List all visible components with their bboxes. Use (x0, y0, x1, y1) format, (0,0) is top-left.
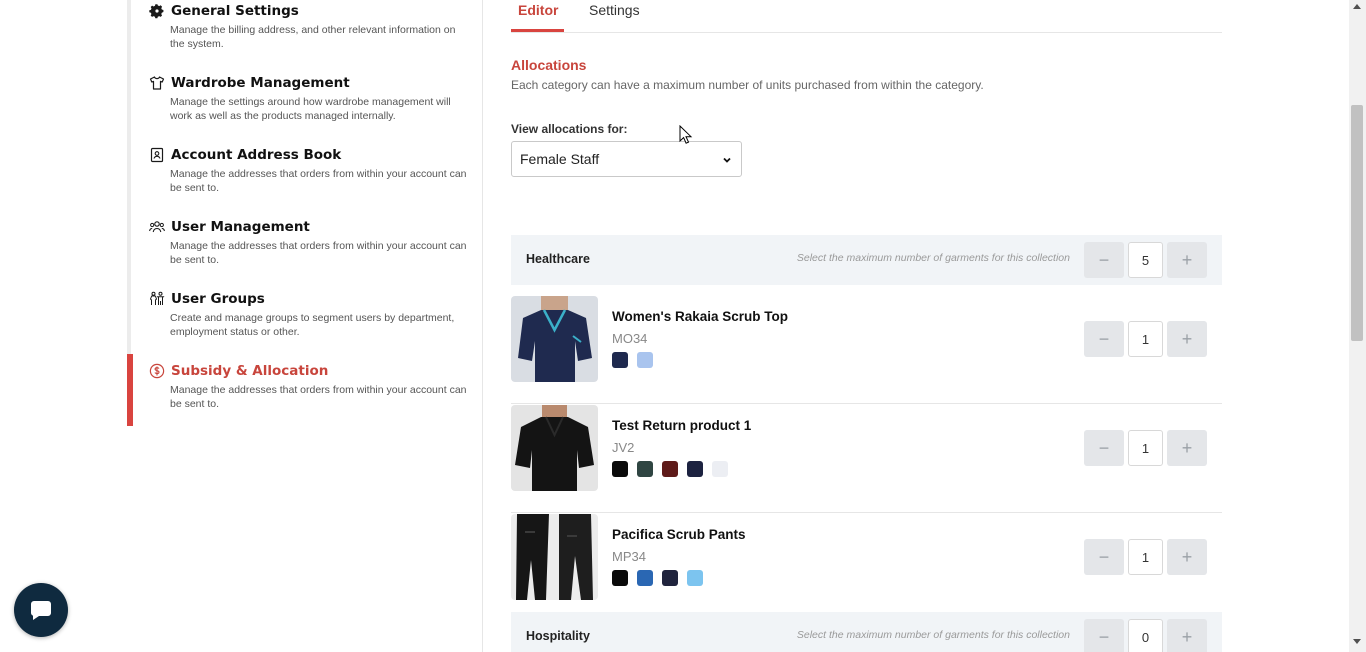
product-name: Women's Rakaia Scrub Top (612, 309, 789, 324)
increment-button[interactable]: + (1167, 242, 1207, 278)
color-swatch[interactable] (612, 461, 628, 477)
collection-max-value[interactable]: 5 (1128, 242, 1163, 278)
product-sku: MO34 (612, 331, 648, 346)
sidebar-active-indicator (127, 354, 133, 426)
sidebar-item-title: User Groups (171, 290, 265, 307)
scroll-down-arrow-icon[interactable] (1353, 639, 1361, 644)
color-swatch[interactable] (687, 461, 703, 477)
collection-header-hospitality: Hospitality Select the maximum number of… (511, 612, 1222, 652)
sidebar-item-subsidy-allocation[interactable]: Subsidy & Allocation Manage the addresse… (148, 362, 468, 411)
product-name: Pacifica Scrub Pants (612, 527, 746, 542)
decrement-button[interactable]: − (1084, 539, 1124, 575)
decrement-button[interactable]: − (1084, 619, 1124, 652)
collection-hint: Select the maximum number of garments fo… (796, 629, 1070, 641)
product-qty-value[interactable]: 1 (1128, 321, 1163, 357)
color-swatch[interactable] (637, 352, 653, 368)
sidebar-item-desc: Create and manage groups to segment user… (170, 312, 455, 338)
color-swatch[interactable] (612, 570, 628, 586)
product-image (511, 405, 598, 491)
product-qty-stepper: − 1 + (1084, 321, 1207, 357)
sidebar-item-user-groups[interactable]: User Groups Create and manage groups to … (148, 290, 468, 339)
decrement-button[interactable]: − (1084, 242, 1124, 278)
tab-editor[interactable]: Editor (518, 2, 558, 18)
sidebar-item-title: Subsidy & Allocation (171, 362, 329, 379)
sidebar-item-title: Account Address Book (171, 146, 342, 163)
color-swatch[interactable] (662, 461, 678, 477)
product-image (511, 296, 598, 382)
gear-icon (148, 2, 165, 19)
view-allocations-label: View allocations for: (511, 122, 628, 136)
chat-widget-button[interactable] (14, 583, 68, 637)
product-image (511, 514, 598, 600)
allocation-group-select[interactable]: Female Staff (511, 141, 742, 177)
increment-button[interactable]: + (1167, 539, 1207, 575)
increment-button[interactable]: + (1167, 430, 1207, 466)
chevron-down-icon (723, 157, 731, 163)
sidebar-item-account-address-book[interactable]: Account Address Book Manage the addresse… (148, 146, 468, 195)
color-swatch[interactable] (687, 570, 703, 586)
sidebar-item-user-management[interactable]: User Management Manage the addresses tha… (148, 218, 468, 267)
sidebar-item-title: Wardrobe Management (171, 74, 350, 91)
chat-bubble-icon (31, 601, 51, 620)
sidebar-item-desc: Manage the addresses that orders from wi… (170, 240, 467, 266)
selected-group-value: Female Staff (520, 151, 600, 167)
tab-settings[interactable]: Settings (589, 2, 640, 18)
dollar-circle-icon (148, 362, 165, 379)
increment-button[interactable]: + (1167, 619, 1207, 652)
scrollbar-thumb[interactable] (1351, 105, 1363, 341)
product-color-swatches (612, 461, 728, 477)
collection-name: Healthcare (526, 252, 590, 266)
allocations-title: Allocations (511, 57, 587, 73)
sidebar-item-desc: Manage the settings around how wardrobe … (170, 96, 451, 122)
user-groups-icon (148, 290, 165, 307)
decrement-button[interactable]: − (1084, 321, 1124, 357)
sidebar-item-desc: Manage the addresses that orders from wi… (170, 384, 467, 410)
page-root: General Settings Manage the billing addr… (0, 0, 1366, 652)
product-qty-value[interactable]: 1 (1128, 430, 1163, 466)
increment-button[interactable]: + (1167, 321, 1207, 357)
collection-max-stepper: − 5 + (1084, 242, 1207, 278)
scroll-up-arrow-icon[interactable] (1353, 4, 1361, 9)
product-qty-stepper: − 1 + (1084, 430, 1207, 466)
decrement-button[interactable]: − (1084, 430, 1124, 466)
product-row: Women's Rakaia Scrub Top MO34 − 1 + (511, 295, 1222, 404)
sidebar-item-desc: Manage the billing address, and other re… (170, 24, 456, 50)
product-sku: MP34 (612, 549, 646, 564)
color-swatch[interactable] (612, 352, 628, 368)
allocations-description: Each category can have a maximum number … (511, 78, 984, 92)
page-scrollbar[interactable] (1349, 0, 1366, 652)
sidebar-item-title: User Management (171, 218, 310, 235)
product-name: Test Return product 1 (612, 418, 752, 433)
tab-bar: Editor Settings (511, 0, 1222, 33)
collection-max-value[interactable]: 0 (1128, 619, 1163, 652)
tab-active-underline (511, 29, 564, 32)
color-swatch[interactable] (712, 461, 728, 477)
product-color-swatches (612, 352, 653, 368)
color-swatch[interactable] (637, 461, 653, 477)
product-row: Pacifica Scrub Pants MP34 − 1 + (511, 513, 1222, 622)
product-color-swatches (612, 570, 703, 586)
product-row: Test Return product 1 JV2 − 1 + (511, 404, 1222, 513)
mouse-cursor-icon (679, 125, 693, 144)
sidebar-item-desc: Manage the addresses that orders from wi… (170, 168, 467, 194)
collection-header-healthcare: Healthcare Select the maximum number of … (511, 235, 1222, 285)
users-icon (148, 218, 165, 235)
product-sku: JV2 (612, 440, 635, 455)
sidebar-item-wardrobe-management[interactable]: Wardrobe Management Manage the settings … (148, 74, 468, 123)
product-qty-stepper: − 1 + (1084, 539, 1207, 575)
color-swatch[interactable] (662, 570, 678, 586)
shirt-icon (148, 74, 165, 91)
column-divider (482, 0, 483, 652)
collection-name: Hospitality (526, 629, 590, 643)
sidebar-item-general-settings[interactable]: General Settings Manage the billing addr… (148, 2, 468, 51)
collection-hint: Select the maximum number of garments fo… (796, 252, 1070, 264)
address-book-icon (148, 146, 165, 163)
product-qty-value[interactable]: 1 (1128, 539, 1163, 575)
color-swatch[interactable] (637, 570, 653, 586)
collection-max-stepper: − 0 + (1084, 619, 1207, 652)
sidebar-item-title: General Settings (171, 2, 299, 19)
